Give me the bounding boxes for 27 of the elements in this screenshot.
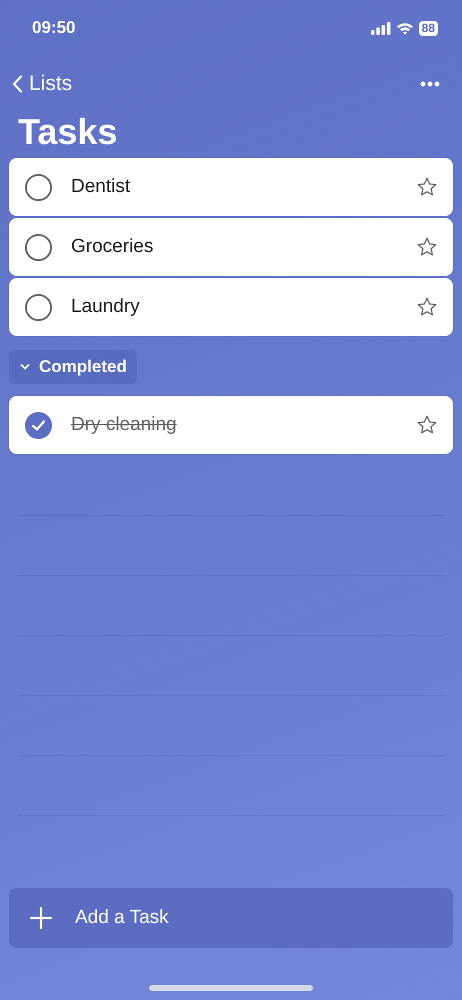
task-title: Groceries <box>71 236 154 258</box>
task-row[interactable]: Dry cleaning <box>9 396 453 454</box>
task-row[interactable]: Dentist <box>9 158 453 216</box>
task-row[interactable]: Groceries <box>9 218 453 276</box>
checkbox-circle-icon[interactable] <box>24 172 53 202</box>
wifi-icon <box>396 22 414 34</box>
add-task-button[interactable]: Add a Task <box>9 888 453 948</box>
task-title: Dentist <box>71 176 132 198</box>
plus-icon <box>29 906 53 930</box>
chevron-left-icon <box>12 75 23 93</box>
signal-icon <box>370 22 391 34</box>
status-time: 09:50 <box>32 18 76 38</box>
star-icon[interactable] <box>416 414 438 436</box>
checked-circle-icon[interactable] <box>24 410 53 440</box>
more-icon <box>420 81 440 87</box>
battery-level: 88 <box>418 20 438 36</box>
page-title: Tasks <box>18 112 118 152</box>
completed-section-toggle[interactable]: Completed <box>9 350 137 384</box>
star-icon[interactable] <box>416 296 438 318</box>
checkbox-circle-icon[interactable] <box>24 232 53 262</box>
star-icon[interactable] <box>416 236 438 258</box>
checkbox-circle-icon[interactable] <box>24 292 53 322</box>
task-row[interactable]: Laundry <box>9 278 453 336</box>
task-title: Laundry <box>71 296 141 318</box>
task-title: Dry cleaning <box>71 414 178 436</box>
back-button[interactable]: Lists <box>12 72 72 96</box>
star-icon[interactable] <box>416 176 438 198</box>
